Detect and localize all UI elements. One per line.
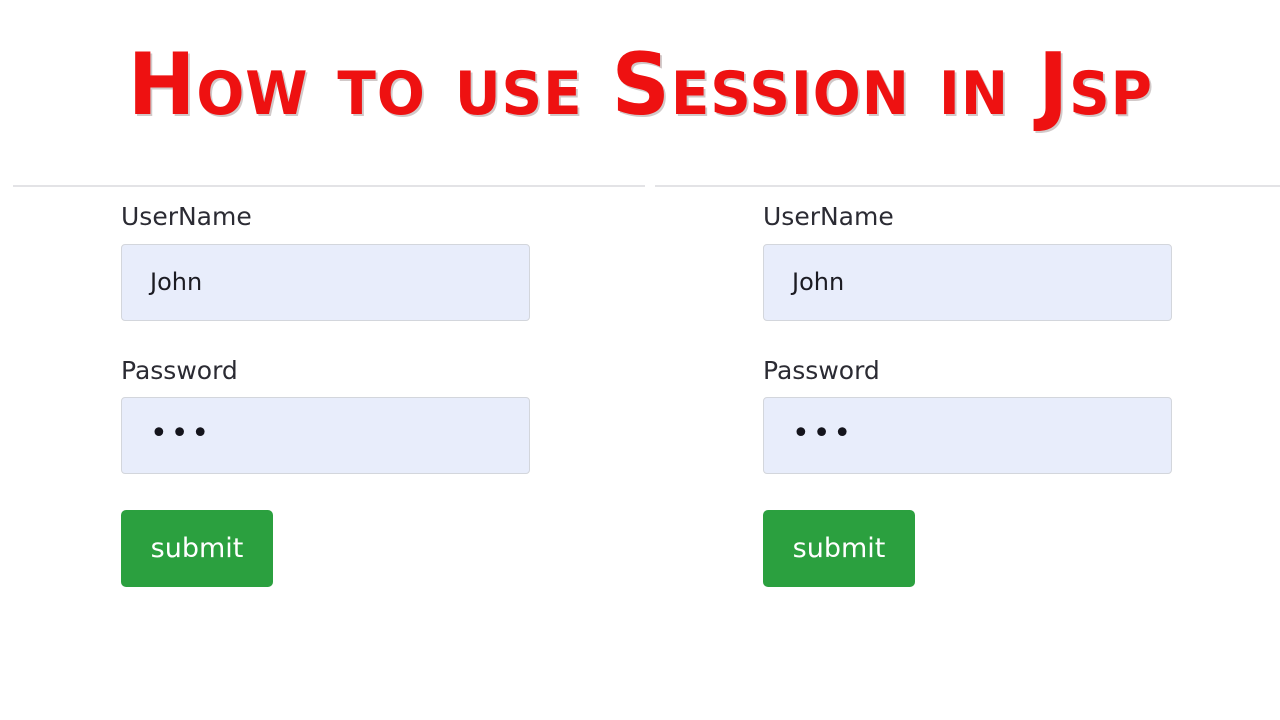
- username-value-right: John: [792, 268, 845, 296]
- form-panel-right: UserName John Password ••• submit: [645, 170, 1280, 720]
- login-form-left: UserName John Password ••• submit: [13, 187, 645, 587]
- login-form-right: UserName John Password ••• submit: [655, 187, 1280, 587]
- username-value-left: John: [150, 268, 203, 296]
- form-panel-left: UserName John Password ••• submit: [0, 170, 645, 720]
- password-value-right: •••: [792, 415, 855, 451]
- password-input-right[interactable]: •••: [763, 397, 1172, 474]
- split-content-area: UserName John Password ••• submit UserNa…: [0, 170, 1280, 720]
- username-input-right[interactable]: John: [763, 243, 1172, 321]
- password-label-left: Password: [121, 355, 238, 385]
- submit-button-left[interactable]: submit: [121, 510, 273, 587]
- password-value-left: •••: [150, 415, 213, 451]
- password-input-left[interactable]: •••: [121, 397, 530, 474]
- page-title: How to use Session in Jsp: [127, 35, 1153, 135]
- submit-button-right[interactable]: submit: [763, 510, 915, 587]
- password-label-right: Password: [763, 355, 880, 385]
- username-label-right: UserName: [763, 202, 894, 231]
- username-input-left[interactable]: John: [121, 243, 530, 321]
- title-banner: How to use Session in Jsp: [0, 0, 1280, 170]
- username-label-left: UserName: [121, 202, 252, 231]
